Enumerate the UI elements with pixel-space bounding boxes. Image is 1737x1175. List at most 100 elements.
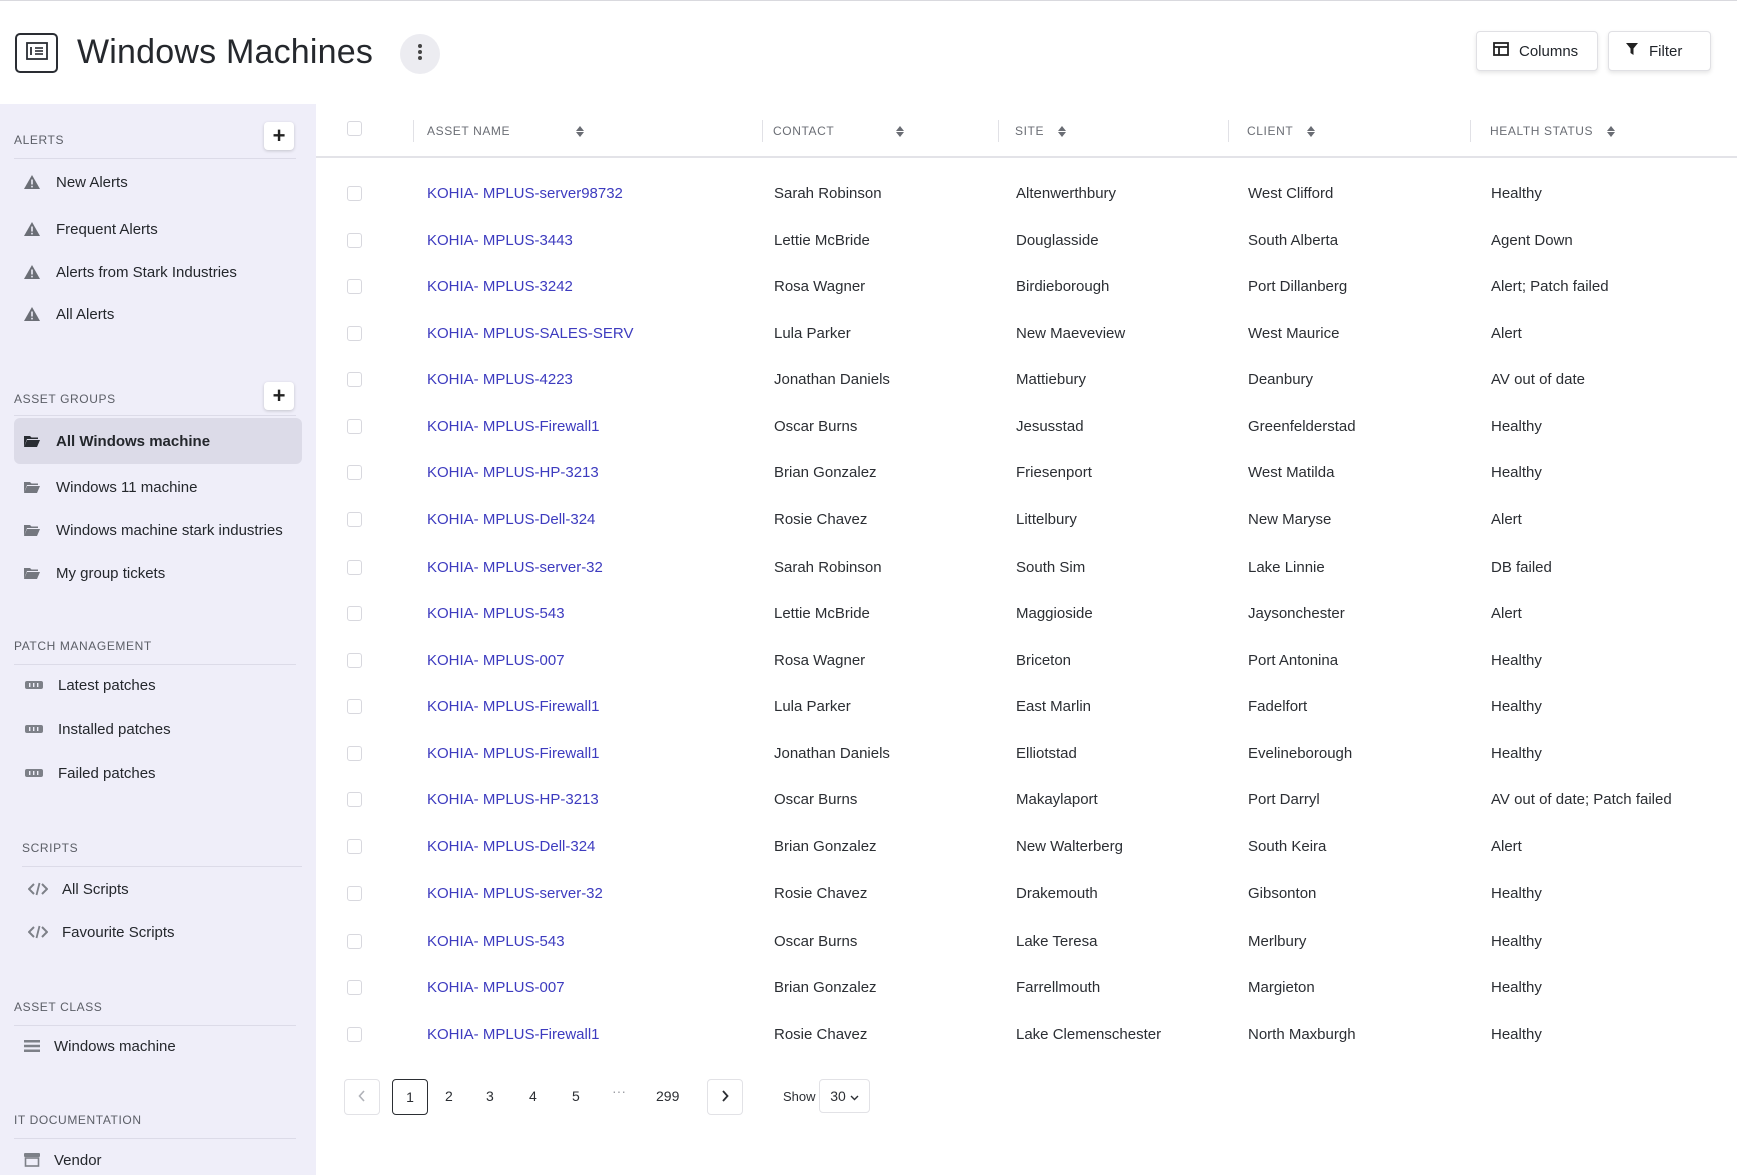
sidebar-item-frequent-alerts[interactable]: Frequent Alerts — [14, 208, 302, 250]
column-header-client[interactable]: CLIENT — [1247, 124, 1316, 138]
asset-name-link[interactable]: KOHIA- MPLUS-Firewall1 — [427, 1026, 600, 1043]
row-checkbox[interactable] — [347, 186, 362, 201]
row-checkbox[interactable] — [347, 653, 362, 668]
row-checkbox[interactable] — [347, 419, 362, 434]
sidebar-item-alerts-stark[interactable]: Alerts from Stark Industries — [14, 251, 302, 293]
table-row[interactable]: KOHIA- MPLUS-007 Rosa Wagner Briceton Port … — [316, 638, 1737, 684]
column-header-contact[interactable]: CONTACT — [773, 124, 905, 138]
asset-name-link[interactable]: KOHIA- MPLUS-HP-3213 — [427, 791, 599, 808]
add-asset-group-button[interactable]: + — [264, 382, 294, 410]
cell-site: Maggioside — [1016, 605, 1093, 622]
row-checkbox[interactable] — [347, 980, 362, 995]
page-ellipsis[interactable]: ··· — [612, 1083, 626, 1099]
select-all-checkbox[interactable] — [347, 121, 362, 136]
asset-name-link[interactable]: KOHIA- MPLUS-HP-3213 — [427, 464, 599, 481]
page-button-4[interactable]: 4 — [529, 1088, 537, 1104]
page-button-5[interactable]: 5 — [572, 1088, 580, 1104]
page-size-select[interactable]: 30 — [819, 1079, 870, 1113]
column-header-health-status[interactable]: HEALTH STATUS — [1490, 124, 1616, 138]
table-row[interactable]: KOHIA- MPLUS-Firewall1 Lula Parker East Ma… — [316, 684, 1737, 730]
table-row[interactable]: KOHIA- MPLUS-Dell-324 Brian Gonzalez New W… — [316, 824, 1737, 870]
columns-button[interactable]: Columns — [1476, 31, 1598, 71]
table-row[interactable]: KOHIA- MPLUS-4223 Jonathan Daniels Mattieb… — [316, 357, 1737, 403]
sidebar-item-failed-patches[interactable]: Failed patches — [14, 752, 302, 794]
asset-name-link[interactable]: KOHIA- MPLUS-007 — [427, 652, 565, 669]
row-checkbox[interactable] — [347, 839, 362, 854]
table-row[interactable]: KOHIA- MPLUS-3242 Rosa Wagner Birdieboroug… — [316, 264, 1737, 310]
page-button-last[interactable]: 299 — [656, 1088, 679, 1104]
sidebar-item-windows-machine-class[interactable]: Windows machine — [14, 1025, 302, 1067]
asset-name-link[interactable]: KOHIA- MPLUS-SALES-SERV — [427, 325, 633, 342]
asset-name-link[interactable]: KOHIA- MPLUS-Firewall1 — [427, 418, 600, 435]
table-row[interactable]: KOHIA- MPLUS-SALES-SERV Lula Parker New Ma… — [316, 311, 1737, 357]
table-row[interactable]: KOHIA- MPLUS-server-32 Sarah Robinson Sout… — [316, 545, 1737, 591]
asset-name-link[interactable]: KOHIA- MPLUS-Firewall1 — [427, 698, 600, 715]
sidebar-toggle-button[interactable] — [15, 33, 58, 73]
page-button-1[interactable]: 1 — [392, 1079, 428, 1115]
table-row[interactable]: KOHIA- MPLUS-3443 Lettie McBride Douglassi… — [316, 218, 1737, 264]
asset-name-link[interactable]: KOHIA- MPLUS-server-32 — [427, 885, 603, 902]
column-header-asset-name[interactable]: ASSET NAME — [427, 124, 585, 138]
row-checkbox[interactable] — [347, 326, 362, 341]
prev-page-button[interactable] — [344, 1079, 380, 1115]
asset-name-link[interactable]: KOHIA- MPLUS-Dell-324 — [427, 838, 595, 855]
table-row[interactable]: KOHIA- MPLUS-server98732 Sarah Robinson Al… — [316, 171, 1737, 217]
table-row[interactable]: KOHIA- MPLUS-HP-3213 Oscar Burns Makaylapo… — [316, 777, 1737, 823]
row-checkbox[interactable] — [347, 792, 362, 807]
sidebar-item-my-group-tickets[interactable]: My group tickets — [14, 552, 302, 594]
asset-name-link[interactable]: KOHIA- MPLUS-server98732 — [427, 185, 623, 202]
cell-health: Alert — [1491, 325, 1522, 342]
row-checkbox[interactable] — [347, 279, 362, 294]
row-checkbox[interactable] — [347, 699, 362, 714]
sidebar-item-all-windows-machine[interactable]: All Windows machine — [14, 418, 302, 464]
sidebar-item-vendor[interactable]: Vendor — [14, 1139, 302, 1175]
asset-name-link[interactable]: KOHIA- MPLUS-3443 — [427, 232, 573, 249]
warning-icon — [22, 173, 42, 191]
row-checkbox[interactable] — [347, 746, 362, 761]
sidebar-item-favourite-scripts[interactable]: Favourite Scripts — [22, 911, 302, 953]
column-header-site[interactable]: SITE — [1015, 124, 1067, 138]
filter-button[interactable]: Filter — [1608, 31, 1711, 71]
table-row[interactable]: KOHIA- MPLUS-543 Lettie McBride Maggioside… — [316, 591, 1737, 637]
row-checkbox[interactable] — [347, 1027, 362, 1042]
code-icon — [28, 923, 48, 941]
table-row[interactable]: KOHIA- MPLUS-Firewall1 Jonathan Daniels El… — [316, 731, 1737, 777]
sidebar-item-all-alerts[interactable]: All Alerts — [14, 293, 302, 335]
table-row[interactable]: KOHIA- MPLUS-Dell-324 Rosie Chavez Littelb… — [316, 497, 1737, 543]
cell-site: East Marlin — [1016, 698, 1092, 715]
page-button-3[interactable]: 3 — [486, 1088, 494, 1104]
sidebar-item-windows-machine-stark[interactable]: Windows machine stark industries — [14, 509, 302, 551]
row-checkbox[interactable] — [347, 934, 362, 949]
more-options-button[interactable] — [400, 34, 440, 74]
table-row[interactable]: KOHIA- MPLUS-Firewall1 Oscar Burns Jesusst… — [316, 404, 1737, 450]
row-checkbox[interactable] — [347, 512, 362, 527]
row-checkbox[interactable] — [347, 372, 362, 387]
sidebar-item-windows-11-machine[interactable]: Windows 11 machine — [14, 466, 302, 508]
asset-name-link[interactable]: KOHIA- MPLUS-3242 — [427, 278, 573, 295]
row-checkbox[interactable] — [347, 606, 362, 621]
table-row[interactable]: KOHIA- MPLUS-Firewall1 Rosie Chavez Lake C… — [316, 1012, 1737, 1058]
next-page-button[interactable] — [707, 1079, 743, 1115]
row-checkbox[interactable] — [347, 886, 362, 901]
column-separator — [1470, 120, 1471, 142]
asset-name-link[interactable]: KOHIA- MPLUS-server-32 — [427, 559, 603, 576]
table-row[interactable]: KOHIA- MPLUS-HP-3213 Brian Gonzalez Friese… — [316, 450, 1737, 496]
table-row[interactable]: KOHIA- MPLUS-543 Oscar Burns Lake Teresa Me… — [316, 919, 1737, 965]
table-row[interactable]: KOHIA- MPLUS-007 Brian Gonzalez Farrellmou… — [316, 965, 1737, 1011]
asset-name-link[interactable]: KOHIA- MPLUS-543 — [427, 605, 565, 622]
asset-name-link[interactable]: KOHIA- MPLUS-Firewall1 — [427, 745, 600, 762]
row-checkbox[interactable] — [347, 465, 362, 480]
table-row[interactable]: KOHIA- MPLUS-server-32 Rosie Chavez Drakem… — [316, 871, 1737, 917]
sidebar-item-all-scripts[interactable]: All Scripts — [22, 868, 302, 910]
sidebar-item-installed-patches[interactable]: Installed patches — [14, 708, 302, 750]
row-checkbox[interactable] — [347, 560, 362, 575]
asset-name-link[interactable]: KOHIA- MPLUS-4223 — [427, 371, 573, 388]
sidebar-item-new-alerts[interactable]: New Alerts — [14, 161, 302, 203]
page-button-2[interactable]: 2 — [445, 1088, 453, 1104]
asset-name-link[interactable]: KOHIA- MPLUS-Dell-324 — [427, 511, 595, 528]
asset-name-link[interactable]: KOHIA- MPLUS-007 — [427, 979, 565, 996]
sidebar-item-latest-patches[interactable]: Latest patches — [14, 664, 302, 706]
asset-name-link[interactable]: KOHIA- MPLUS-543 — [427, 933, 565, 950]
row-checkbox[interactable] — [347, 233, 362, 248]
add-alert-button[interactable]: + — [264, 122, 294, 150]
